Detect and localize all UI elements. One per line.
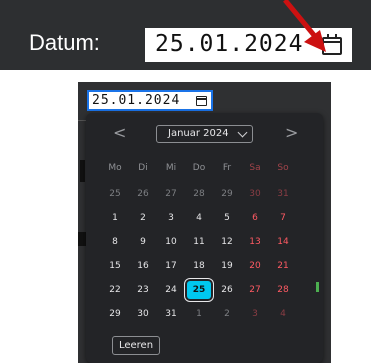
month-select-button[interactable]: Januar 2024 (156, 125, 253, 143)
day-cell[interactable]: 6 (243, 209, 267, 227)
clear-button[interactable]: Leeren (112, 336, 160, 355)
day-cell[interactable]: 8 (103, 233, 127, 251)
day-cell-outside[interactable]: 26 (131, 185, 155, 203)
day-cell-outside[interactable]: 1 (187, 305, 211, 323)
day-cell[interactable]: 3 (159, 209, 183, 227)
day-cell[interactable]: 26 (215, 281, 239, 299)
day-cell[interactable]: 30 (131, 305, 155, 323)
day-cell[interactable]: 10 (159, 233, 183, 251)
day-cell[interactable]: 21 (271, 257, 295, 275)
day-cell[interactable]: 27 (243, 281, 267, 299)
weekday-label: So (277, 163, 289, 173)
day-cell[interactable]: 13 (243, 233, 267, 251)
day-cell[interactable]: 15 (103, 257, 127, 275)
date-label: Datum: (29, 30, 100, 55)
date-input[interactable]: 25.01.2024 (87, 90, 213, 111)
day-cell[interactable]: 4 (187, 209, 211, 227)
day-cell[interactable]: 12 (215, 233, 239, 251)
date-picker-popup: < Januar 2024 > Mo Di Mi Do Fr Sa So 25 26 27 28 2… (86, 113, 323, 363)
date-input-value: 25.01.2024 (92, 93, 181, 108)
day-cell-outside[interactable]: 4 (271, 305, 295, 323)
prev-month-button[interactable]: < (113, 123, 126, 142)
day-cell[interactable]: 18 (187, 257, 211, 275)
month-label: Januar 2024 (168, 128, 229, 139)
day-cell-outside[interactable]: 29 (215, 185, 239, 203)
day-cell-outside[interactable]: 2 (215, 305, 239, 323)
day-cell[interactable]: 20 (243, 257, 267, 275)
day-cell[interactable]: 29 (103, 305, 127, 323)
day-cell[interactable]: 7 (271, 209, 295, 227)
weekday-label: Do (192, 163, 206, 173)
weekday-label: Di (138, 163, 148, 173)
date-input-zoomed[interactable]: 25.01.2024 (145, 28, 352, 62)
day-cell[interactable]: 19 (215, 257, 239, 275)
day-cell[interactable]: 17 (159, 257, 183, 275)
date-input-value: 25.01.2024 (155, 31, 304, 57)
day-cell[interactable]: 9 (131, 233, 155, 251)
next-month-button[interactable]: > (285, 123, 298, 142)
date-picker-screenshot: 25.01.2024 < Januar 2024 > Mo Di Mi Do Fr Sa S… (78, 82, 331, 363)
chevron-down-icon (237, 127, 248, 138)
day-cell[interactable]: 22 (103, 281, 127, 299)
day-cell-outside[interactable]: 30 (243, 185, 267, 203)
calendar-icon[interactable] (196, 96, 207, 106)
day-cell-outside[interactable]: 25 (103, 185, 127, 203)
day-cell[interactable]: 5 (215, 209, 239, 227)
day-cell-outside[interactable]: 31 (271, 185, 295, 203)
day-cell[interactable]: 2 (131, 209, 155, 227)
weekday-label: Mi (165, 163, 177, 173)
day-cell[interactable]: 31 (159, 305, 183, 323)
day-cell[interactable]: 24 (159, 281, 183, 299)
day-cell[interactable]: 14 (271, 233, 295, 251)
day-cell[interactable]: 11 (187, 233, 211, 251)
weekday-label: Fr (222, 163, 232, 173)
calendar-icon[interactable] (322, 34, 342, 55)
background-indicator (316, 282, 319, 292)
day-cell[interactable]: 28 (271, 281, 295, 299)
day-cell[interactable]: 1 (103, 209, 127, 227)
day-cell-outside[interactable]: 27 (159, 185, 183, 203)
weekday-label: Sa (249, 163, 261, 173)
day-cell-outside[interactable]: 28 (187, 185, 211, 203)
day-cell[interactable]: 23 (131, 281, 155, 299)
zoomed-date-field-strip: Datum: 25.01.2024 (0, 0, 371, 70)
day-cell-selected[interactable]: 25 (187, 281, 211, 299)
day-cell-outside[interactable]: 3 (243, 305, 267, 323)
weekday-label: Mo (108, 163, 122, 173)
day-cell[interactable]: 16 (131, 257, 155, 275)
